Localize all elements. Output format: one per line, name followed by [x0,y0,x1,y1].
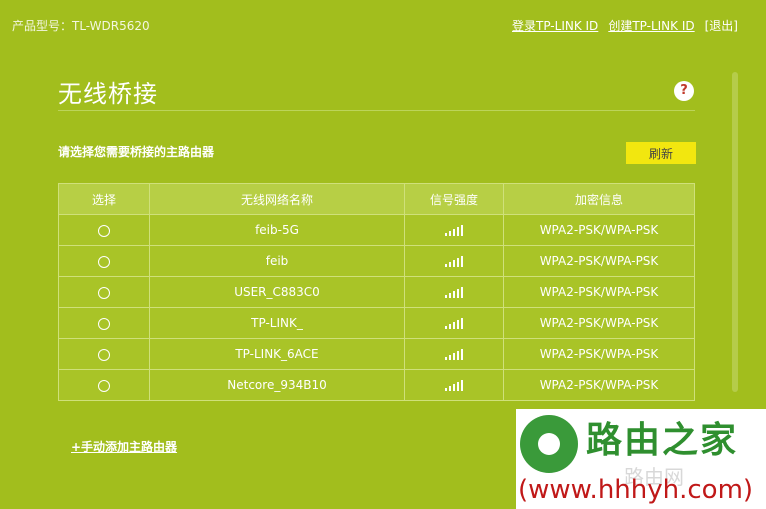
header-signal: 信号强度 [404,183,504,215]
signal-cell [404,276,504,308]
signal-bar [449,386,451,391]
signal-bar [461,287,463,298]
encryption-cell: WPA2-PSK/WPA-PSK [503,214,695,246]
signal-bar [461,225,463,236]
signal-bar [449,231,451,236]
select-cell [58,307,150,339]
page-title: 无线桥接 [58,80,158,108]
signal-bar [453,260,455,267]
signal-bar [449,324,451,329]
encryption-cell: WPA2-PSK/WPA-PSK [503,245,695,277]
create-tplink-id-link[interactable]: 创建TP-LINK ID [608,17,694,34]
ssid-cell: TP-LINK_ [149,307,405,339]
signal-bar [445,326,447,329]
signal-bar [453,353,455,360]
select-radio[interactable] [98,224,110,237]
help-icon[interactable]: ? [674,81,694,101]
login-tplink-id-link[interactable]: 登录TP-LINK ID [512,17,598,34]
signal-bar [461,349,463,360]
select-radio[interactable] [98,286,110,299]
signal-bar [445,388,447,391]
select-radio[interactable] [98,348,110,361]
signal-bar [445,233,447,236]
title-divider [58,110,695,111]
encryption-cell: WPA2-PSK/WPA-PSK [503,369,695,401]
signal-cell [404,307,504,339]
signal-bar [457,289,459,298]
select-cell [58,276,150,308]
signal-bar [445,295,447,298]
signal-bar [445,357,447,360]
signal-bar [453,384,455,391]
signal-bar [457,227,459,236]
header-encryption: 加密信息 [503,183,695,215]
watermark: 路由之家 路由网 (www.hhhyh.com) [516,409,766,509]
signal-bar [457,320,459,329]
table-row[interactable]: TP-LINK_6ACE WPA2-PSK/WPA-PSK [58,338,695,370]
scrollbar[interactable] [732,72,738,392]
signal-bar [457,258,459,267]
signal-cell [404,369,504,401]
signal-cell [404,214,504,246]
select-cell [58,369,150,401]
signal-bar [445,264,447,267]
select-cell [58,245,150,277]
logout-link[interactable]: [退出] [705,17,738,34]
table-row[interactable]: Netcore_934B10 WPA2-PSK/WPA-PSK [58,369,695,401]
account-links: 登录TP-LINK ID 创建TP-LINK ID [退出] [512,17,738,34]
ssid-cell: feib-5G [149,214,405,246]
select-radio[interactable] [98,255,110,268]
signal-bar [449,355,451,360]
signal-strength-icon [445,256,463,267]
signal-bar [461,318,463,329]
signal-bar [453,322,455,329]
section-subtitle: 请选择您需要桥接的主路由器 [58,145,215,159]
signal-strength-icon [445,225,463,236]
header-select: 选择 [58,183,150,215]
table-header-row: 选择 无线网络名称 信号强度 加密信息 [58,183,695,215]
signal-bar [449,293,451,298]
table-row[interactable]: TP-LINK_ WPA2-PSK/WPA-PSK [58,307,695,339]
signal-strength-icon [445,380,463,391]
table-row[interactable]: feib WPA2-PSK/WPA-PSK [58,245,695,277]
signal-bar [461,256,463,267]
table-row[interactable]: USER_C883C0 WPA2-PSK/WPA-PSK [58,276,695,308]
signal-bar [453,229,455,236]
brand-logo-icon [520,415,578,473]
signal-cell [404,245,504,277]
signal-bar [457,382,459,391]
ssid-cell: feib [149,245,405,277]
signal-strength-icon [445,318,463,329]
ap-list-table: 选择 无线网络名称 信号强度 加密信息 feib-5G WPA2-PSK/WPA… [58,183,695,401]
watermark-url: (www.hhhyh.com) [518,475,754,505]
ssid-cell: TP-LINK_6ACE [149,338,405,370]
encryption-cell: WPA2-PSK/WPA-PSK [503,276,695,308]
select-cell [58,338,150,370]
top-bar: 产品型号：TL-WDR5620 登录TP-LINK ID 创建TP-LINK I… [0,0,766,50]
select-radio[interactable] [98,317,110,330]
table-row[interactable]: feib-5G WPA2-PSK/WPA-PSK [58,214,695,246]
signal-bar [453,291,455,298]
signal-cell [404,338,504,370]
signal-strength-icon [445,349,463,360]
select-cell [58,214,150,246]
signal-bar [457,351,459,360]
select-radio[interactable] [98,379,110,392]
encryption-cell: WPA2-PSK/WPA-PSK [503,338,695,370]
header-ssid: 无线网络名称 [149,183,405,215]
signal-bar [449,262,451,267]
product-model: 产品型号：TL-WDR5620 [12,19,150,33]
refresh-button[interactable]: 刷新 [626,142,696,164]
ssid-cell: Netcore_934B10 [149,369,405,401]
encryption-cell: WPA2-PSK/WPA-PSK [503,307,695,339]
watermark-brand: 路由之家 [586,420,739,461]
signal-bar [461,380,463,391]
add-router-manually-link[interactable]: +手动添加主路由器 [71,438,177,455]
signal-strength-icon [445,287,463,298]
ssid-cell: USER_C883C0 [149,276,405,308]
